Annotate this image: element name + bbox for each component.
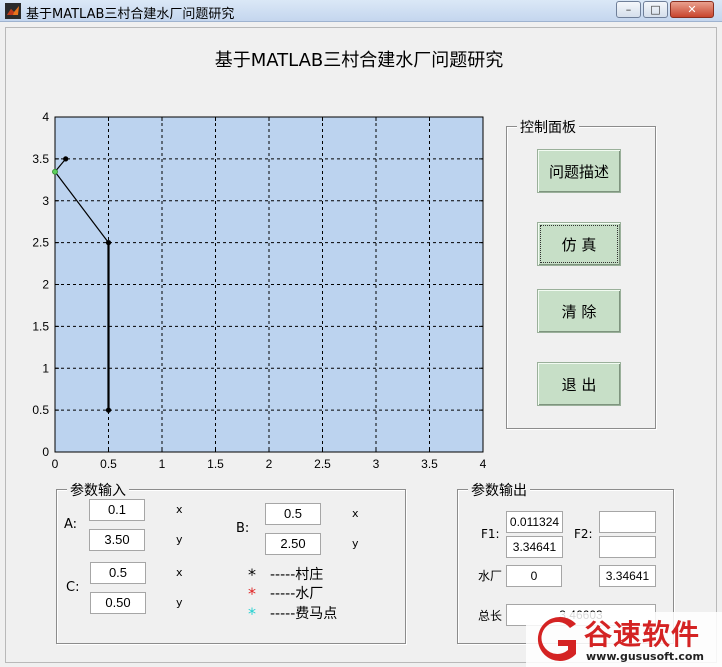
- legend-plant: -----水厂: [270, 586, 324, 602]
- y-tick-label: 4: [42, 110, 49, 124]
- plant-label: 水厂: [478, 569, 503, 583]
- b-x-label: x: [352, 507, 359, 520]
- y-tick-label: 3: [42, 194, 49, 208]
- x-tick-label: 4: [480, 457, 487, 471]
- input-panel-legend: 参数输入: [67, 480, 129, 500]
- village-point: [63, 156, 69, 162]
- clear-button[interactable]: 清 除: [537, 289, 621, 333]
- total-length-label: 总长: [478, 609, 503, 623]
- x-tick-label: 1.5: [207, 457, 224, 471]
- gususoft-logo-icon: [537, 617, 576, 661]
- x-tick-label: 2: [266, 457, 273, 471]
- b-y-label: y: [352, 537, 359, 550]
- f1-value-a[interactable]: 0.011324: [506, 511, 563, 533]
- exit-button[interactable]: 退 出: [537, 362, 621, 406]
- point-b-label: B:: [236, 521, 250, 536]
- control-panel-legend: 控制面板: [517, 117, 579, 137]
- y-tick-label: 3.5: [32, 152, 49, 166]
- f2-value-b[interactable]: [599, 536, 656, 558]
- f2-value-a[interactable]: [599, 511, 656, 533]
- c-x-label: x: [176, 566, 183, 579]
- y-tick-label: 1.5: [32, 319, 49, 333]
- b-x-input[interactable]: 0.5: [265, 503, 321, 525]
- y-tick-label: 0: [42, 445, 49, 459]
- fermat-star-icon: *: [248, 604, 256, 623]
- c-x-input[interactable]: 0.5: [90, 562, 146, 584]
- plant-y-value[interactable]: 3.34641: [599, 565, 656, 587]
- simulate-button[interactable]: 仿 真: [537, 222, 621, 266]
- a-x-input[interactable]: 0.1: [89, 499, 145, 521]
- x-tick-label: 1: [159, 457, 166, 471]
- y-tick-label: 2: [42, 278, 49, 292]
- f1-label: F1:: [481, 527, 500, 541]
- output-panel-legend: 参数输出: [468, 480, 530, 500]
- watermark-url: www.gususoft.com: [586, 650, 704, 663]
- c-y-input[interactable]: 0.50: [90, 592, 146, 614]
- plant-star-icon: *: [248, 584, 256, 603]
- legend-fermat: -----费马点: [270, 606, 338, 622]
- x-tick-label: 2.5: [314, 457, 331, 471]
- x-tick-label: 0.5: [100, 457, 117, 471]
- watermark-brand: 谷速软件: [584, 618, 701, 651]
- a-y-input[interactable]: 3.50: [89, 529, 145, 551]
- point-c-label: C:: [66, 580, 80, 595]
- plant-x-value[interactable]: 0: [506, 565, 562, 587]
- watermark: 谷速软件 www.gususoft.com: [526, 612, 722, 667]
- a-x-label: x: [176, 503, 183, 516]
- y-tick-label: 1: [42, 361, 49, 375]
- describe-problem-button[interactable]: 问题描述: [537, 149, 621, 193]
- f1-value-b[interactable]: 3.34641: [506, 536, 563, 558]
- y-tick-label: 2.5: [32, 236, 49, 250]
- point-a-label: A:: [64, 517, 78, 532]
- legend-village: -----村庄: [270, 567, 324, 583]
- x-tick-label: 3.5: [421, 457, 438, 471]
- village-star-icon: *: [248, 565, 256, 584]
- village-point: [105, 240, 112, 246]
- water-plant-point: [52, 168, 58, 175]
- y-tick-label: 0.5: [32, 403, 49, 417]
- b-y-input[interactable]: 2.50: [265, 533, 321, 555]
- village-point: [105, 407, 112, 413]
- f2-label: F2:: [574, 527, 593, 541]
- a-y-label: y: [176, 533, 183, 546]
- x-tick-label: 0: [52, 457, 59, 471]
- c-y-label: y: [176, 596, 183, 609]
- x-tick-label: 3: [373, 457, 380, 471]
